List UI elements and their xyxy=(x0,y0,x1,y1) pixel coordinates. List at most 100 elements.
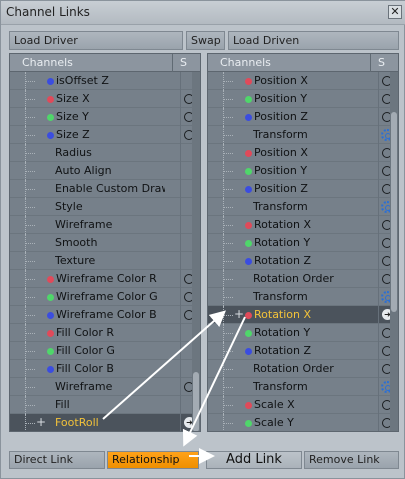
swap-button[interactable]: Swap xyxy=(186,31,225,50)
driven-channel-row[interactable]: Position Z xyxy=(208,108,398,126)
channel-color-dot-icon xyxy=(47,366,54,373)
driven-channel-row[interactable]: Rotation X xyxy=(208,216,398,234)
tree-line xyxy=(218,342,238,360)
driver-scrollbar[interactable] xyxy=(192,72,200,431)
driver-channel-row[interactable]: Fill Color R xyxy=(10,324,200,342)
channel-label: Fill xyxy=(55,398,70,411)
channel-label: Size Z xyxy=(56,128,90,141)
driven-channel-row[interactable]: Position X xyxy=(208,72,398,90)
column-divider xyxy=(378,288,379,306)
tree-line xyxy=(218,126,238,144)
channel-color-dot-icon xyxy=(47,132,54,139)
column-divider xyxy=(378,216,379,234)
driven-channel-row[interactable]: Scale Y xyxy=(208,414,398,431)
load-driven-button[interactable]: Load Driven xyxy=(228,31,399,50)
driver-channel-row[interactable]: Wireframe Color G xyxy=(10,288,200,306)
relationship-button[interactable]: Relationship xyxy=(107,451,199,469)
driven-channel-row[interactable]: Position Z xyxy=(208,180,398,198)
close-icon[interactable]: ✕ xyxy=(388,5,402,19)
driven-channel-row[interactable]: Transform xyxy=(208,198,398,216)
driver-channel-row[interactable]: Smooth xyxy=(10,234,200,252)
channel-color-dot-icon xyxy=(47,294,54,301)
driver-channel-row[interactable]: isOffset Z xyxy=(10,72,200,90)
driven-scroll-thumb[interactable] xyxy=(391,112,397,312)
channels-column-header: Channels xyxy=(220,56,271,69)
column-divider xyxy=(180,378,181,396)
column-divider xyxy=(180,234,181,252)
driver-channel-row[interactable]: Fill Color G xyxy=(10,342,200,360)
column-divider xyxy=(180,144,181,162)
tree-line xyxy=(20,162,40,180)
driver-channel-row[interactable]: Wireframe xyxy=(10,216,200,234)
driver-channel-list[interactable]: Channels S isOffset Z Size X Size Y Size Z R… xyxy=(9,53,201,432)
expand-icon[interactable]: + xyxy=(234,307,244,321)
column-divider xyxy=(180,414,181,431)
driven-channel-row[interactable]: Transform xyxy=(208,126,398,144)
driven-channel-list[interactable]: Channels S Position X Position Y Position … xyxy=(207,53,399,432)
driver-channel-row[interactable]: Size X xyxy=(10,90,200,108)
s-column-header: S xyxy=(378,56,385,69)
driver-channel-row[interactable]: Wireframe Color B xyxy=(10,306,200,324)
tree-line xyxy=(218,288,238,306)
direct-link-button[interactable]: Direct Link xyxy=(9,451,105,469)
driven-channel-row[interactable]: Rotation Z xyxy=(208,252,398,270)
channel-label: Size Y xyxy=(56,110,89,123)
driver-channel-row[interactable]: Texture xyxy=(10,252,200,270)
driver-scroll-thumb[interactable] xyxy=(193,372,199,431)
column-divider xyxy=(180,288,181,306)
tree-line xyxy=(218,216,238,234)
driven-list-header: Channels S xyxy=(208,54,398,72)
channel-label: Wireframe xyxy=(55,218,113,231)
driven-scrollbar[interactable] xyxy=(390,72,398,431)
driven-channel-row[interactable]: + Rotation X ➜ xyxy=(208,306,398,324)
driver-channel-row-selected[interactable]: + FootRoll ➜ xyxy=(10,414,200,431)
remove-link-button[interactable]: Remove Link xyxy=(304,451,399,469)
driver-channel-row[interactable]: Wireframe Color R xyxy=(10,270,200,288)
driven-channel-row[interactable]: Scale X xyxy=(208,396,398,414)
title-bar[interactable]: Channel Links ✕ xyxy=(1,1,405,25)
driver-channel-row[interactable]: Auto Align xyxy=(10,162,200,180)
driver-channel-row[interactable]: Enable Custom Draw… xyxy=(10,180,200,198)
column-divider xyxy=(378,198,379,216)
column-divider xyxy=(180,126,181,144)
driven-channel-row[interactable]: Position X xyxy=(208,144,398,162)
column-divider xyxy=(180,180,181,198)
driven-channel-row[interactable]: Rotation Y xyxy=(208,234,398,252)
channel-color-dot-icon xyxy=(47,312,54,319)
channel-label: Fill Color G xyxy=(56,344,115,357)
tree-line xyxy=(218,180,238,198)
tree-line xyxy=(218,234,238,252)
column-divider xyxy=(180,342,181,360)
expand-icon[interactable]: + xyxy=(36,415,46,429)
driver-channel-row[interactable]: Size Y xyxy=(10,108,200,126)
driver-channel-row[interactable]: Wireframe xyxy=(10,378,200,396)
driven-channel-row[interactable]: Position Y xyxy=(208,162,398,180)
driven-channel-row[interactable]: Rotation Order xyxy=(208,360,398,378)
driven-channel-row[interactable]: Position Y xyxy=(208,90,398,108)
column-divider xyxy=(378,72,379,90)
driven-channel-row[interactable]: Transform xyxy=(208,378,398,396)
tree-line xyxy=(20,198,40,216)
channel-label: Rotation Z xyxy=(254,344,312,357)
channel-label: Auto Align xyxy=(55,164,112,177)
column-divider xyxy=(180,396,181,414)
tree-line xyxy=(20,342,40,360)
tree-line xyxy=(218,324,238,342)
add-link-button[interactable]: Add Link xyxy=(206,451,302,469)
channel-label: Fill Color R xyxy=(56,326,115,339)
driver-channel-row[interactable]: Fill xyxy=(10,396,200,414)
driver-channel-row[interactable]: Size Z xyxy=(10,126,200,144)
driven-channel-row[interactable]: Rotation Order xyxy=(208,270,398,288)
channel-label: Wireframe xyxy=(55,380,113,393)
driver-channel-row[interactable]: Style xyxy=(10,198,200,216)
channel-label: Position Z xyxy=(254,110,308,123)
driver-channel-row[interactable]: Radius xyxy=(10,144,200,162)
channel-color-dot-icon xyxy=(245,186,252,193)
driven-channel-row[interactable]: Rotation Z xyxy=(208,342,398,360)
driven-channel-row[interactable]: Transform xyxy=(208,288,398,306)
tree-line xyxy=(20,90,40,108)
driver-channel-row[interactable]: Fill Color B xyxy=(10,360,200,378)
channel-label: Rotation Order xyxy=(253,272,334,285)
driven-channel-row[interactable]: Rotation Y xyxy=(208,324,398,342)
load-driver-button[interactable]: Load Driver xyxy=(9,31,183,50)
